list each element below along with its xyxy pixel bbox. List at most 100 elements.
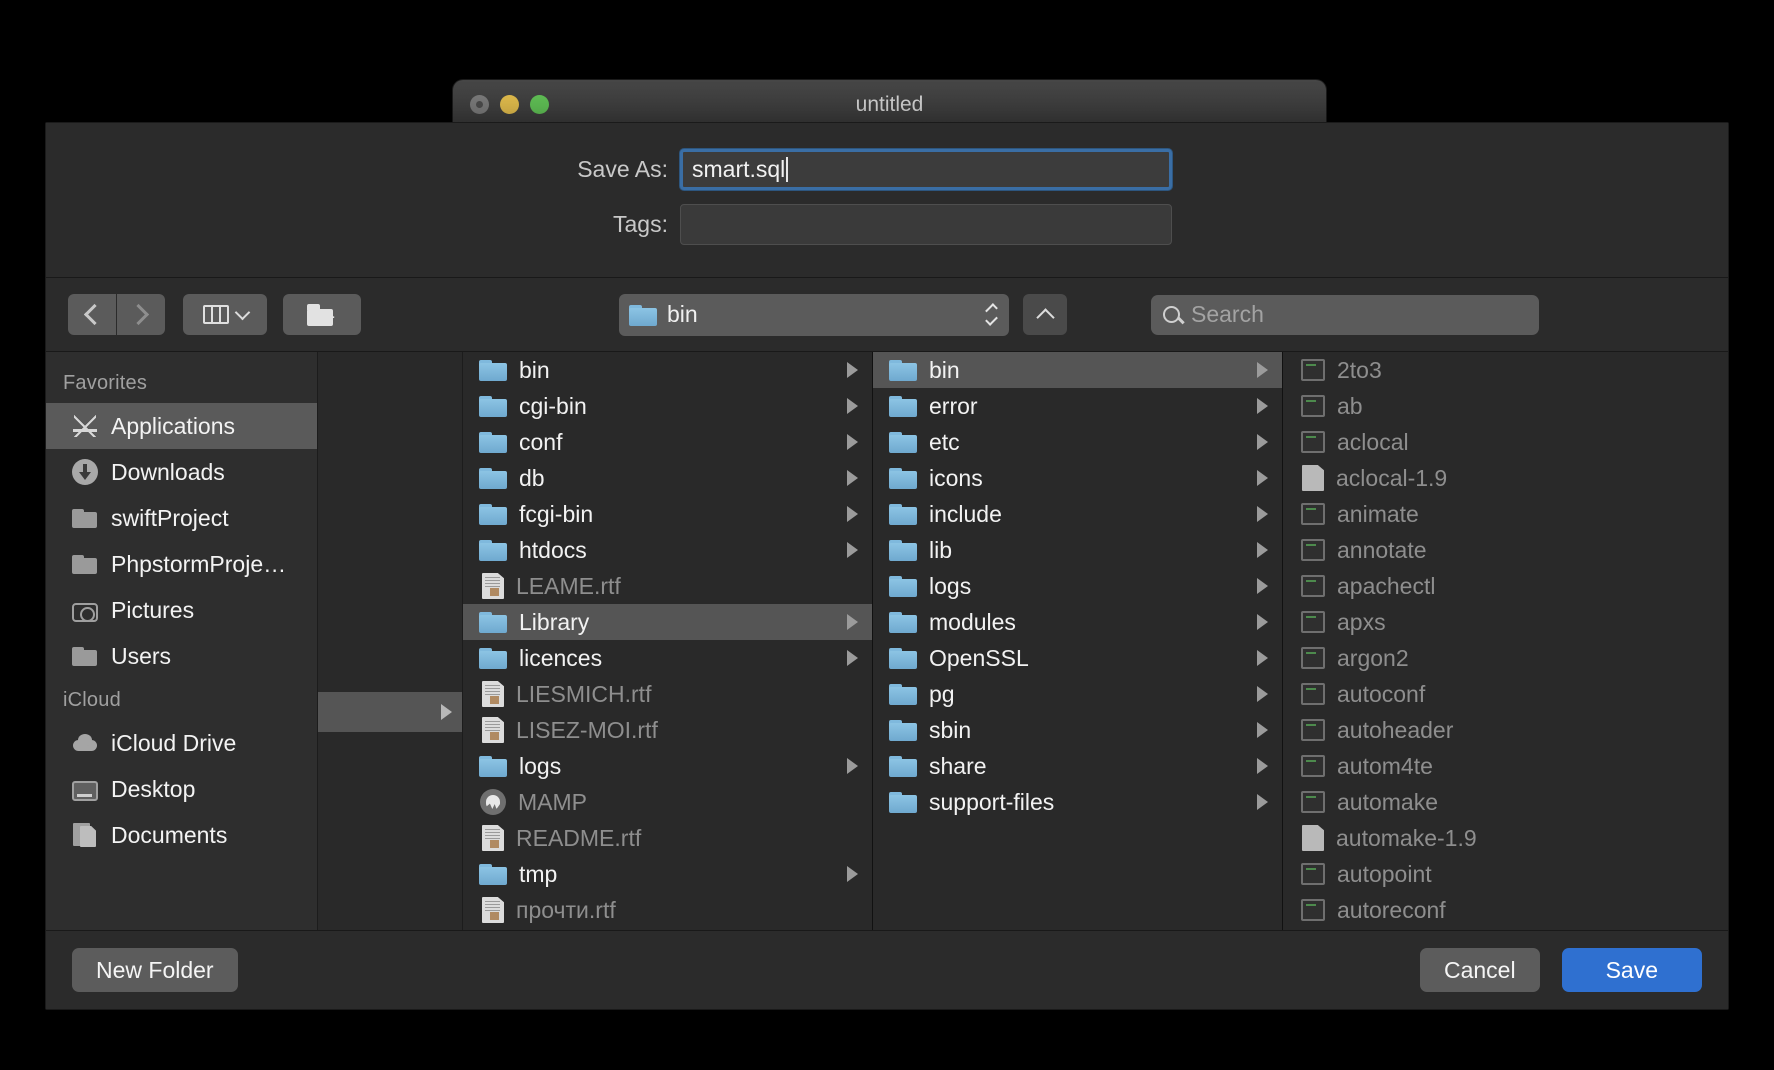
file-row[interactable]: bin [873,352,1282,388]
file-name: ab [1337,392,1363,419]
file-row[interactable]: automake [1283,784,1728,820]
disclosure-arrow-icon [1257,758,1268,774]
forward-button[interactable] [117,294,165,335]
disclosure-arrow-icon [1257,794,1268,810]
file-row[interactable]: db [463,460,872,496]
folder-icon [479,430,507,454]
minimize-button[interactable] [500,95,519,114]
sidebar-item-documents[interactable]: Documents [46,812,317,858]
close-button[interactable] [470,95,489,114]
disclosure-arrow-icon [847,758,858,774]
file-row[interactable]: apachectl [1283,568,1728,604]
file-name: automake-1.9 [1336,824,1477,851]
executable-icon [1301,395,1325,417]
file-row[interactable]: LISEZ-MOI.rtf [463,712,872,748]
file-row[interactable]: licences [463,640,872,676]
file-row[interactable]: support-files [873,784,1282,820]
view-mode-button[interactable] [183,294,267,335]
sidebar-item-pictures[interactable]: Pictures [46,587,317,633]
file-row[interactable]: autoconf [1283,676,1728,712]
path-stepper-icon[interactable] [985,303,998,326]
file-row[interactable]: ab [1283,388,1728,424]
file-row[interactable]: Library [463,604,872,640]
search-field[interactable]: Search [1151,294,1539,335]
file-row[interactable]: modules [873,604,1282,640]
sidebar-item-applications[interactable]: Applications [46,403,317,449]
new-folder-button[interactable]: New Folder [72,948,238,992]
file-row[interactable]: error [873,388,1282,424]
sidebar-item-swiftproject[interactable]: swiftProject [46,495,317,541]
sidebar-item-phpstormprojects[interactable]: PhpstormProje… [46,541,317,587]
file-name: logs [929,572,972,599]
file-row[interactable]: прочти.rtf [463,892,872,928]
file-name: share [929,752,987,779]
disclosure-arrow-icon [847,506,858,522]
file-column-3[interactable]: 2to3 ab aclocal aclocal-1.9 animate annotate a… [1283,352,1728,930]
file-row[interactable]: argon2 [1283,640,1728,676]
file-row[interactable]: etc [873,424,1282,460]
file-column-2[interactable]: bin error etc icons include lib logs modules Ope… [873,352,1283,930]
file-column-1[interactable]: bin cgi-bin conf db fcgi-bin htdocs LEAME.rtf L… [463,352,873,930]
file-row[interactable]: apxs [1283,604,1728,640]
file-row[interactable]: OpenSSL [873,640,1282,676]
file-row[interactable]: autom4te [1283,748,1728,784]
file-row[interactable]: README.rtf [463,820,872,856]
sidebar-item-label: Applications [111,412,236,439]
file-row[interactable]: autoreconf [1283,892,1728,928]
folder-icon [889,538,917,562]
filename-input[interactable]: smart.sql [680,149,1172,190]
maximize-button[interactable] [530,95,549,114]
file-name: fcgi-bin [519,500,594,527]
file-row[interactable]: logs [463,748,872,784]
sidebar-item-users[interactable]: Users [46,633,317,679]
file-name: cgi-bin [519,392,587,419]
file-name: pg [929,680,955,707]
file-name: LIESMICH.rtf [516,680,652,707]
file-row[interactable]: 2to3 [1283,352,1728,388]
tags-input[interactable] [680,204,1172,245]
file-row[interactable]: MAMP [463,784,872,820]
file-name: logs [519,752,562,779]
file-row[interactable]: aclocal-1.9 [1283,460,1728,496]
file-row[interactable]: autoheader [1283,712,1728,748]
ancestor-column-partial[interactable] [318,352,463,930]
cancel-button[interactable]: Cancel [1419,948,1540,992]
go-up-button[interactable] [1023,294,1067,335]
file-row[interactable]: automake-1.9 [1283,820,1728,856]
file-name: sbin [929,716,972,743]
disclosure-arrow-icon [1257,578,1268,594]
file-row[interactable]: cgi-bin [463,388,872,424]
file-row[interactable]: LIESMICH.rtf [463,676,872,712]
file-row[interactable]: htdocs [463,532,872,568]
file-row[interactable]: conf [463,424,872,460]
file-row[interactable]: LEAME.rtf [463,568,872,604]
file-row[interactable]: icons [873,460,1282,496]
file-row[interactable]: autopoint [1283,856,1728,892]
file-row[interactable]: sbin [873,712,1282,748]
file-row[interactable]: pg [873,676,1282,712]
file-row[interactable]: include [873,496,1282,532]
column-view-icon [202,305,229,324]
sidebar-item-downloads[interactable]: Downloads [46,449,317,495]
folder-icon [889,466,917,490]
file-row[interactable]: animate [1283,496,1728,532]
file-row[interactable]: lib [873,532,1282,568]
file-row[interactable]: logs [873,568,1282,604]
file-row[interactable]: tmp [463,856,872,892]
file-row[interactable]: bin [463,352,872,388]
rtf-file-icon [482,573,504,599]
new-folder-toolbar-button[interactable]: + [283,294,361,335]
ancestor-selected-row[interactable] [318,692,462,732]
file-row[interactable]: fcgi-bin [463,496,872,532]
save-button[interactable]: Save [1561,948,1702,992]
sidebar-item-desktop[interactable]: Desktop [46,766,317,812]
sidebar-item-label: PhpstormProje… [111,550,287,577]
folder-icon [889,502,917,526]
path-popup-button[interactable]: bin [619,293,1009,336]
file-row[interactable]: share [873,748,1282,784]
file-row[interactable]: annotate [1283,532,1728,568]
sidebar-item-icloud-drive[interactable]: iCloud Drive [46,720,317,766]
file-row[interactable]: aclocal [1283,424,1728,460]
nav-button-group [68,294,165,335]
back-button[interactable] [68,294,116,335]
